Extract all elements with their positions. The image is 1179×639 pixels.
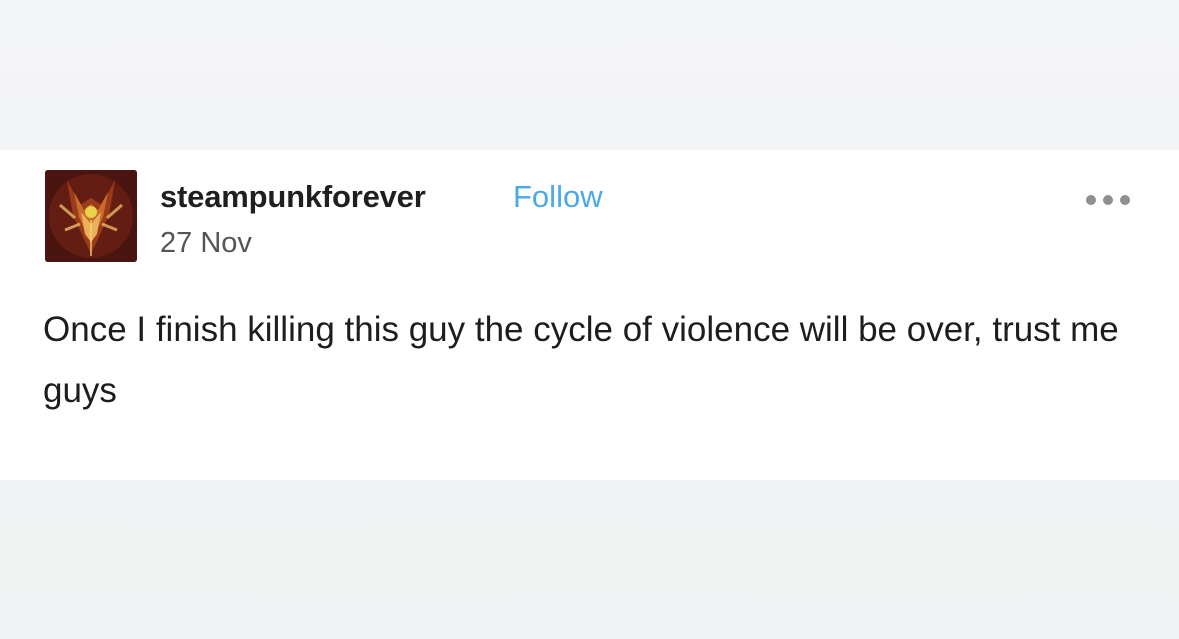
screenshot-page: steampunkforever Follow 27 Nov Once I fi… [0, 0, 1179, 639]
username-link[interactable]: steampunkforever [160, 179, 426, 215]
post-body-text: Once I finish killing this guy the cycle… [43, 310, 1119, 410]
follow-button[interactable]: Follow [513, 179, 603, 215]
steampunk-wolf-avatar-icon [45, 170, 137, 262]
dot-icon [1086, 195, 1096, 205]
user-avatar[interactable] [45, 170, 137, 262]
more-options-icon[interactable] [1086, 188, 1146, 212]
dot-icon [1120, 195, 1130, 205]
post-date: 27 Nov [160, 227, 252, 259]
dot-icon [1103, 195, 1113, 205]
